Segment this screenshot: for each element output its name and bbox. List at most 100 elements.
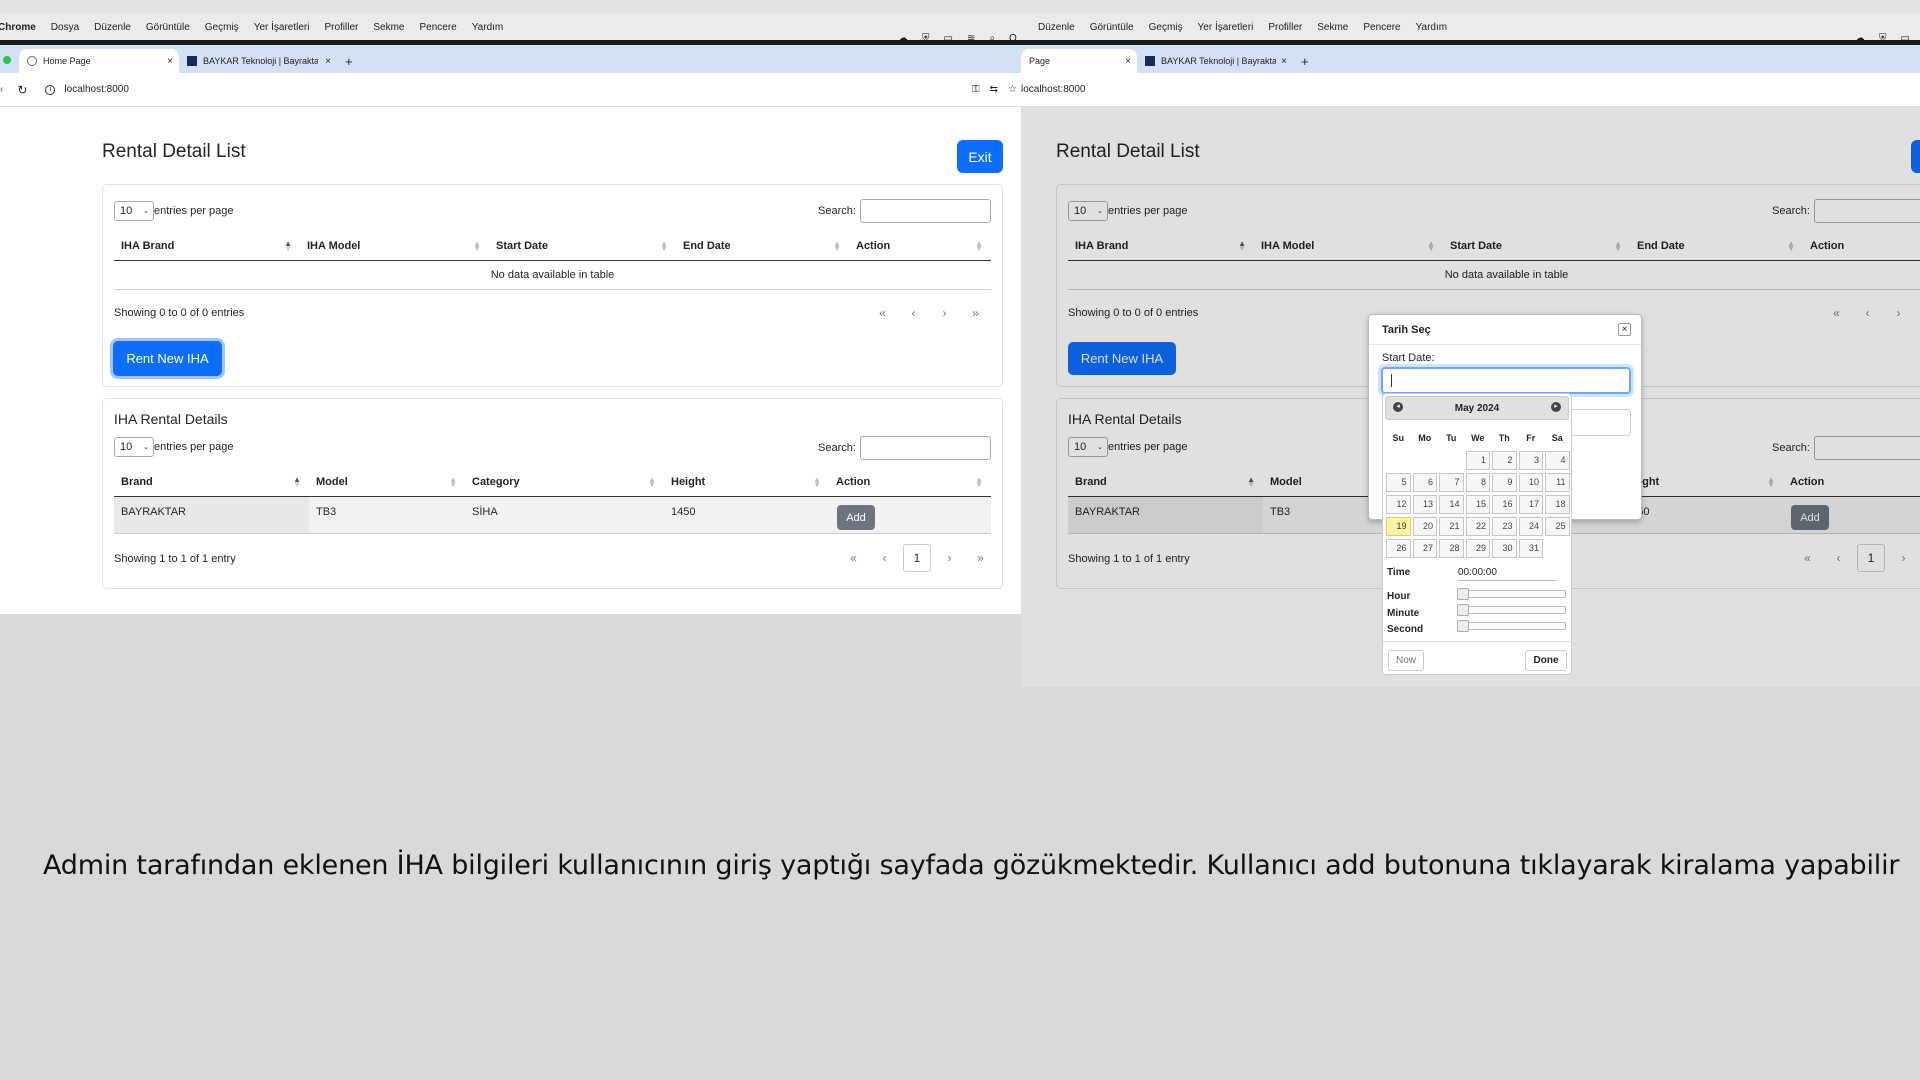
start-date-input[interactable] bbox=[1381, 367, 1631, 394]
menu-yardim[interactable]: Yardım bbox=[472, 22, 504, 33]
tab-baykar[interactable]: BAYKAR Teknoloji | Bayraktar × bbox=[1137, 49, 1293, 73]
calendar-day[interactable]: 18 bbox=[1545, 494, 1570, 514]
menu-yer-isaretleri[interactable]: Yer İşaretleri bbox=[254, 22, 310, 33]
calendar-day[interactable]: 9 bbox=[1492, 472, 1517, 492]
calendar-day[interactable]: 31 bbox=[1518, 538, 1543, 558]
second-slider[interactable] bbox=[1457, 620, 1566, 632]
column-header-brand[interactable]: Brand ▲ ▼ bbox=[114, 469, 309, 497]
calendar-day[interactable]: 8 bbox=[1465, 472, 1490, 492]
exit-button[interactable]: Exit bbox=[957, 140, 1003, 173]
search-input[interactable] bbox=[859, 436, 991, 460]
close-tab-icon[interactable]: × bbox=[325, 56, 331, 67]
menu-chrome[interactable]: Chrome bbox=[0, 22, 36, 33]
calendar-day[interactable]: 16 bbox=[1492, 494, 1517, 514]
calendar-day[interactable]: 20 bbox=[1412, 516, 1437, 536]
column-header-iha-model[interactable]: IHA Model ▲ ▼ bbox=[300, 233, 489, 261]
entries-select[interactable]: 10 ⌄ bbox=[114, 201, 154, 221]
menu-yer-isaretleri[interactable]: Yer İşaretleri bbox=[1198, 22, 1254, 33]
calendar-day[interactable]: 7 bbox=[1439, 472, 1464, 492]
url-text[interactable]: localhost:8000 bbox=[64, 84, 129, 95]
calendar-day[interactable]: 26 bbox=[1386, 538, 1411, 558]
calendar-day[interactable]: 1 bbox=[1465, 450, 1490, 470]
column-header-iha-brand[interactable]: IHA Brand ▲ ▼ bbox=[114, 233, 300, 261]
calendar-day[interactable]: 24 bbox=[1518, 516, 1543, 536]
slider-handle[interactable] bbox=[1457, 588, 1469, 600]
menu-pencere[interactable]: Pencere bbox=[420, 22, 457, 33]
column-header-height[interactable]: Height ▲ ▼ bbox=[664, 469, 829, 497]
menu-yardim[interactable]: Yardım bbox=[1416, 22, 1448, 33]
back-icon[interactable]: ‹ bbox=[0, 84, 3, 95]
calendar-day[interactable]: 10 bbox=[1518, 472, 1543, 492]
next-page-button[interactable]: › bbox=[934, 551, 965, 565]
column-header-category[interactable]: Category ▲ ▼ bbox=[465, 469, 664, 497]
menu-gecmis[interactable]: Geçmiş bbox=[205, 22, 239, 33]
close-tab-icon[interactable]: × bbox=[167, 56, 173, 67]
calendar-day[interactable]: 29 bbox=[1465, 538, 1490, 558]
prev-page-button[interactable]: ‹ bbox=[898, 306, 929, 320]
window-button-icon[interactable] bbox=[3, 56, 11, 64]
calendar-day[interactable]: 14 bbox=[1439, 494, 1464, 514]
done-button[interactable]: Done bbox=[1525, 650, 1567, 671]
menu-pencere[interactable]: Pencere bbox=[1363, 22, 1400, 33]
slider-handle[interactable] bbox=[1457, 620, 1469, 632]
calendar-day[interactable]: 12 bbox=[1386, 494, 1411, 514]
menu-goruntule[interactable]: Görüntüle bbox=[146, 22, 190, 33]
now-button[interactable]: Now bbox=[1388, 650, 1424, 671]
calendar-day[interactable]: 28 bbox=[1439, 538, 1464, 558]
password-key-icon[interactable]: ⚿ bbox=[972, 84, 980, 95]
menu-profiller[interactable]: Profiller bbox=[324, 22, 358, 33]
entries-select[interactable]: 10 ⌄ bbox=[114, 437, 154, 457]
calendar-day[interactable]: 17 bbox=[1518, 494, 1543, 514]
column-header-action[interactable]: Action ▲ ▼ bbox=[849, 233, 991, 261]
add-button[interactable]: Add bbox=[837, 505, 875, 530]
next-page-button[interactable]: › bbox=[929, 306, 960, 320]
column-header-end-date[interactable]: End Date ▲ ▼ bbox=[676, 233, 849, 261]
menu-profiller[interactable]: Profiller bbox=[1268, 22, 1302, 33]
calendar-day[interactable]: 22 bbox=[1465, 516, 1490, 536]
tab-baykar[interactable]: BAYKAR Teknoloji | Bayraktar × bbox=[179, 49, 337, 73]
new-tab-button[interactable]: + bbox=[337, 49, 361, 73]
menu-goruntule[interactable]: Görüntüle bbox=[1090, 22, 1134, 33]
calendar-day[interactable]: 25 bbox=[1545, 516, 1570, 536]
calendar-day[interactable]: 5 bbox=[1386, 472, 1411, 492]
calendar-day[interactable]: 2 bbox=[1492, 450, 1517, 470]
calendar-day[interactable]: 19 bbox=[1386, 516, 1411, 536]
close-tab-icon[interactable]: × bbox=[1125, 56, 1131, 67]
last-page-button[interactable]: » bbox=[965, 551, 996, 565]
menu-sekme[interactable]: Sekme bbox=[1317, 22, 1348, 33]
calendar-day[interactable]: 11 bbox=[1545, 472, 1570, 492]
prev-page-button[interactable]: ‹ bbox=[869, 551, 900, 565]
calendar-day[interactable]: 13 bbox=[1412, 494, 1437, 514]
calendar-day[interactable]: 21 bbox=[1439, 516, 1464, 536]
calendar-day[interactable]: 15 bbox=[1465, 494, 1490, 514]
calendar-day[interactable]: 6 bbox=[1412, 472, 1437, 492]
menu-duzenle[interactable]: Düzenle bbox=[1038, 22, 1075, 33]
close-tab-icon[interactable]: × bbox=[1281, 56, 1287, 67]
translate-icon[interactable]: ⇆ bbox=[990, 84, 998, 95]
calendar-day[interactable]: 23 bbox=[1492, 516, 1517, 536]
next-month-icon[interactable]: ▸ bbox=[1551, 402, 1561, 412]
minute-slider[interactable] bbox=[1457, 604, 1566, 616]
calendar-day[interactable]: 3 bbox=[1518, 450, 1543, 470]
menu-gecmis[interactable]: Geçmiş bbox=[1149, 22, 1183, 33]
calendar-day[interactable]: 27 bbox=[1412, 538, 1437, 558]
url-text[interactable]: localhost:8000 bbox=[1021, 84, 1085, 95]
tab-home-page[interactable]: Home Page × bbox=[19, 49, 179, 73]
rent-new-iha-button[interactable]: Rent New IHA bbox=[113, 341, 222, 376]
new-tab-button[interactable]: + bbox=[1293, 49, 1317, 73]
last-page-button[interactable]: » bbox=[960, 306, 991, 320]
calendar-day[interactable]: 4 bbox=[1545, 450, 1570, 470]
reload-icon[interactable]: ↻ bbox=[17, 83, 27, 97]
info-icon[interactable]: i bbox=[45, 84, 56, 95]
bookmark-star-icon[interactable]: ☆ bbox=[1008, 84, 1017, 95]
menu-duzenle[interactable]: Düzenle bbox=[94, 22, 131, 33]
page-1-button[interactable]: 1 bbox=[903, 544, 931, 572]
calendar-day[interactable]: 30 bbox=[1492, 538, 1517, 558]
tab-page[interactable]: Page × bbox=[1021, 49, 1137, 73]
menu-sekme[interactable]: Sekme bbox=[373, 22, 404, 33]
first-page-button[interactable]: « bbox=[838, 551, 869, 565]
search-input[interactable] bbox=[859, 199, 991, 223]
hour-slider[interactable] bbox=[1457, 588, 1566, 600]
column-header-start-date[interactable]: Start Date ▲ ▼ bbox=[489, 233, 676, 261]
menu-dosya[interactable]: Dosya bbox=[51, 22, 79, 33]
